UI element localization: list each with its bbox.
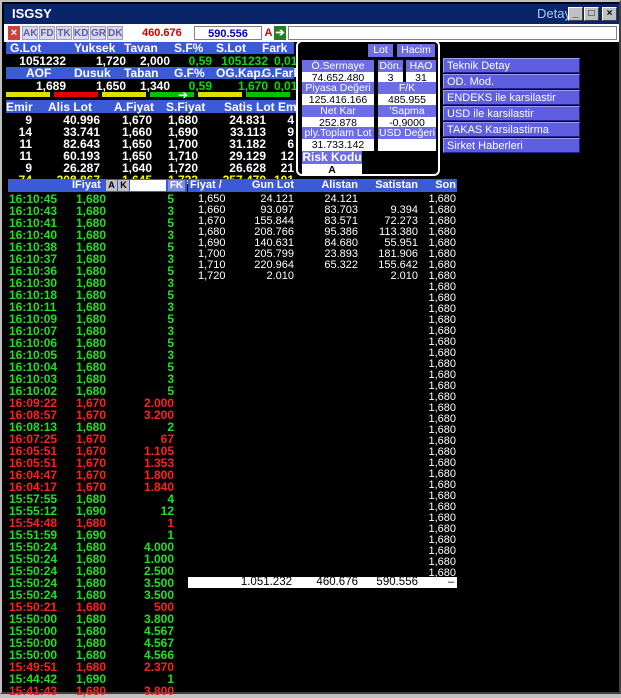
toolbar-btn-dk[interactable]: DK <box>107 26 123 40</box>
trade-price: 1,680 <box>75 684 106 698</box>
dist-total-satistan: 590.556 <box>376 576 418 588</box>
trades-filter-a[interactable]: A <box>106 180 117 191</box>
menu-item-0[interactable]: Teknik Detay <box>443 58 580 73</box>
summary-indicator-0 <box>6 92 50 97</box>
depth-header-1: Alis Lot <box>48 100 92 114</box>
depth-header-0: Emir <box>6 100 33 114</box>
dist-total-gunlot: 1.051.232 <box>240 576 292 588</box>
summary-indicator-4 <box>198 92 242 97</box>
maximize-icon[interactable]: □ <box>584 7 599 21</box>
summary-value2-1: 1,650 <box>95 79 126 93</box>
menu-item-5[interactable]: Sirket Haberleri <box>443 138 580 153</box>
depth-header-2: A.Fiyat <box>114 100 155 114</box>
risk-label: Risk Kodu <box>302 150 362 164</box>
close-small-icon[interactable]: × <box>8 26 20 40</box>
depth-header-3: S.Fiyat <box>166 100 206 114</box>
menu-item-4[interactable]: TAKAS Karsilastirma <box>443 122 580 137</box>
trade-lot: 3.800 <box>143 684 174 698</box>
summary-header2-0: AOF <box>26 66 52 80</box>
trades-header-fk[interactable]: FK <box>168 180 185 191</box>
summary-header2-2: Taban <box>124 66 159 80</box>
depth-header-4: Satis Lot <box>224 100 275 114</box>
summary-header-1: Yuksek <box>74 41 116 55</box>
trades-filter-k[interactable]: K <box>118 180 129 191</box>
arrow-icon[interactable]: ➔ <box>274 26 286 40</box>
command-input[interactable] <box>288 26 617 40</box>
dist-cell: 2.010 <box>266 270 294 282</box>
summary-header2-1: Dusuk <box>74 66 111 80</box>
dist-total-alistan: 460.676 <box>316 576 358 588</box>
close-icon[interactable]: × <box>602 7 617 21</box>
detail-window: ISGSY Detay _ □ × × AK FD TK KD GR DK 460.676… <box>0 0 621 698</box>
dist-cell: 65.322 <box>324 259 358 271</box>
toolbar-btn-ak[interactable]: AK <box>22 26 38 40</box>
dist-header-son[interactable]: Son <box>422 179 456 191</box>
summary-header2-4: OG.Kap. <box>216 66 265 80</box>
dist-header-alistan[interactable]: Alistan <box>302 179 358 191</box>
toolbar-btn-tk[interactable]: TK <box>56 26 72 40</box>
summary-indicator-1 <box>54 92 98 97</box>
dist-cell: 2.010 <box>390 270 418 282</box>
title-bar[interactable]: ISGSY Detay _ □ × <box>4 4 619 24</box>
dist-header-satistan[interactable]: Satistan <box>362 179 418 191</box>
trades-header-price: İFiyat <box>72 179 101 191</box>
toolbar-value-red: 460.676 <box>142 27 182 39</box>
window-title: ISGSY <box>12 6 52 21</box>
trades-filter-input[interactable] <box>130 180 166 191</box>
usd-value <box>378 139 436 151</box>
trade-time: 15:41:43 <box>9 684 58 698</box>
tab-lot[interactable]: Lot <box>368 44 393 57</box>
summary-header-4: S.Lot <box>216 41 246 55</box>
summary-header-5: Fark <box>262 41 288 55</box>
menu-item-1[interactable]: OD. Mod. <box>443 74 580 89</box>
tab-hacim[interactable]: Hacim <box>397 44 435 57</box>
summary-header-0: G.Lot <box>10 41 42 55</box>
summary-header-3: S.F% <box>174 41 204 55</box>
toolbar-btn-gr[interactable]: GR <box>90 26 106 40</box>
summary-value2-4: 1,670 <box>237 79 268 93</box>
a-button[interactable]: A <box>263 26 274 40</box>
menu-item-2[interactable]: ENDEKS ile karsilastir <box>443 90 580 105</box>
dist-header-gunlot[interactable]: Gun Lot <box>246 179 294 191</box>
toolbar-value-blue: 590.556 <box>194 26 262 40</box>
summary-indicator-2 <box>102 92 146 97</box>
menu-item-3[interactable]: USD ile karsilastir <box>443 106 580 121</box>
minimize-icon[interactable]: _ <box>568 7 583 21</box>
summary-header-2: Tavan <box>124 41 158 55</box>
dist-cell: 1,720 <box>198 270 226 282</box>
risk-value: A <box>302 164 362 176</box>
summary-value2-2: 1,340 <box>139 79 170 93</box>
summary-header2-3: G.F% <box>174 66 205 80</box>
summary-indicator-5 <box>246 92 290 97</box>
dist-total-son: – <box>448 576 455 588</box>
summary-header2-5: G.Fark <box>262 66 301 80</box>
dist-header-price[interactable]: Fiyat / <box>190 179 222 191</box>
summary-value2-0: 1,689 <box>35 79 66 93</box>
window-title-right: Detay <box>537 6 571 21</box>
toolbar-btn-fd[interactable]: FD <box>39 26 55 40</box>
toolbar-btn-kd[interactable]: KD <box>73 26 89 40</box>
